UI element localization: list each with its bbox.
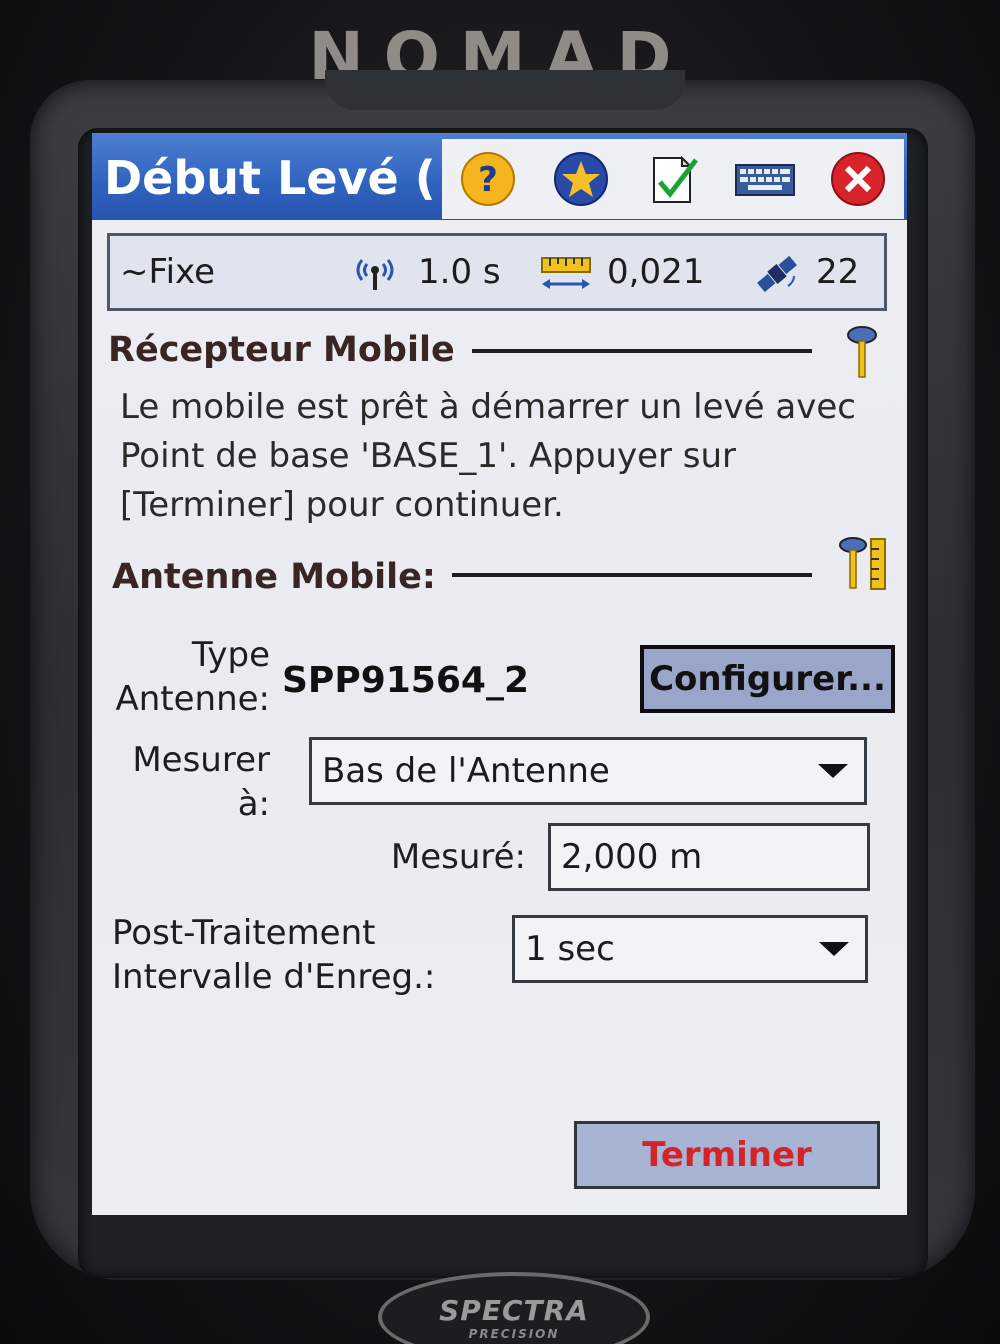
favorite-star-icon [553,152,608,206]
precision-ruler-icon [541,257,591,289]
satellite-icon [757,255,797,293]
chevron-down-icon [818,764,848,778]
update-interval: 1.0 s [418,252,501,292]
configure-button[interactable]: Configurer... [640,645,895,713]
keyboard-icon [735,164,796,196]
keyboard-button[interactable] [733,147,797,211]
measured-label: Mesuré: [390,837,526,877]
antenna-heading: Antenne Mobile: [112,557,436,597]
svg-text:?: ? [478,160,498,200]
finish-button[interactable]: Terminer [574,1121,880,1189]
favorites-button[interactable] [549,147,613,211]
close-button[interactable] [826,147,890,211]
screen: Début Levé ( ? ~Fixe 1.0 s 0,021 22 Réce… [92,133,907,1215]
antenna-height-icon [839,537,886,590]
help-icon: ? [461,152,516,206]
measure-to-label: Mesurer à: [132,740,270,824]
chevron-down-icon [819,942,849,956]
help-button[interactable]: ? [456,147,520,211]
precision-value: 0,021 [607,252,705,292]
bezel-tab [325,70,685,110]
antenna-divider [452,573,812,577]
measure-to-dropdown[interactable]: Bas de l'Antenne [309,737,867,805]
satellite-count: 22 [816,252,860,292]
receiver-heading: Récepteur Mobile [108,330,455,370]
spectra-precision-logo: SPECTRA PRECISION [378,1272,650,1344]
checklist-button[interactable] [641,147,705,211]
radio-signal-icon [356,259,394,290]
rover-pole-icon [847,326,877,378]
receiver-divider [472,349,812,353]
status-bar[interactable]: ~Fixe 1.0 s 0,021 22 [107,233,887,311]
close-icon [830,152,885,206]
window-title: Début Levé ( [104,151,436,205]
antenna-type-label: Type Antenne: [115,635,270,719]
title-bar: Début Levé ( ? [92,133,907,220]
receiver-message: Le mobile est prêt à démarrer un levé av… [120,387,856,525]
logging-interval-dropdown[interactable]: 1 sec [512,915,868,983]
post-processing-label: Post-Traitement Intervalle d'Enreg.: [112,913,436,997]
measured-height-input[interactable]: 2,000 m [548,823,870,891]
antenna-type-value: SPP91564_2 [282,660,529,701]
solution-status: ~Fixe [120,252,216,292]
checklist-icon [652,155,698,203]
toolbar: ? [442,139,904,219]
